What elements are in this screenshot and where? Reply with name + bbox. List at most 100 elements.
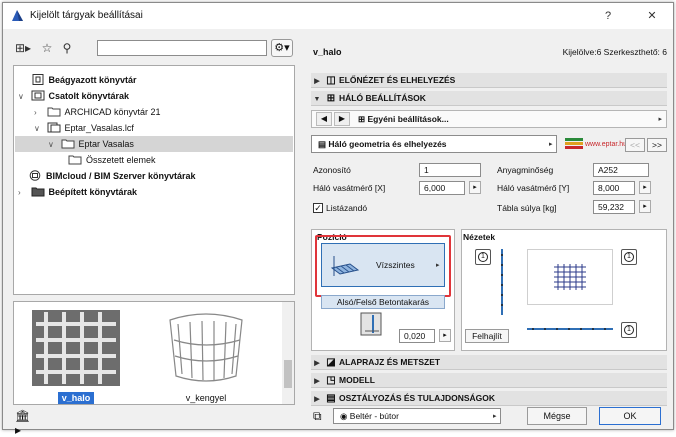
tree-item-label: Beágyazott könyvtár — [48, 75, 137, 85]
expand-arrow-icon: ▶ — [314, 78, 320, 85]
v-halo-thumbnail[interactable] — [32, 310, 120, 386]
tree-item-eptar-lcf[interactable]: ∨ Eptar_Vasalas.lcf — [34, 120, 134, 136]
bimcloud-icon — [29, 170, 41, 181]
library-panel: ⊞▸ ☆ ⚲ ⚙▾ Beágyazott könyvtár ∨ Csatolt … — [13, 37, 295, 437]
page-dropdown-label: Háló geometria és elhelyezés — [328, 139, 447, 149]
tree-item-embedded-library[interactable]: Beágyazott könyvtár — [18, 72, 137, 88]
view-marker-bottom-right[interactable]: 1 — [621, 322, 637, 338]
view-marker-label: 1 — [624, 252, 634, 262]
tree-item-eptar-vasalas[interactable]: ∨ Eptar Vasalas — [15, 136, 293, 152]
layer-cover-button[interactable]: Alsó/Felső Betontakarás — [321, 295, 445, 309]
listazando-checkbox[interactable]: ✓ — [313, 203, 323, 213]
custom-settings-dropdown[interactable]: ⊞ Egyéni beállítások... — [358, 114, 449, 125]
concrete-cover-icon — [360, 312, 382, 336]
listazando-label: Listázandó — [326, 203, 368, 213]
library-toolbar: ⊞▸ ☆ ⚲ ⚙▾ — [13, 37, 295, 59]
thumb-label-v-kengyel[interactable]: v_kengyel — [182, 392, 230, 404]
next-arrow-icon[interactable]: ▶ — [334, 112, 350, 126]
layer-stack-icon: ⧉ — [313, 409, 322, 423]
tree-item-label: Összetett elemek — [86, 155, 156, 165]
model-section-icon: ◳ — [326, 375, 336, 386]
pozicio-highlight — [315, 235, 451, 297]
tree-item-label: Eptar_Vasalas.lcf — [64, 123, 134, 133]
layer-dropdown-label: Beltér - bútor — [349, 411, 399, 421]
tabla-field[interactable]: 59,232 — [593, 200, 635, 214]
favorites-star-icon[interactable]: ☆ — [39, 40, 55, 56]
section-label: ELŐNÉZET ÉS ELHELYEZÉS — [339, 75, 456, 85]
view-marker-top-right[interactable]: 1 — [621, 249, 637, 265]
expand-arrow-icon: ▶ — [314, 396, 320, 403]
close-button[interactable]: ✕ — [641, 7, 663, 25]
tree-item-label: BIMcloud / BIM Szerver könyvtárak — [46, 171, 196, 181]
prev-page-button[interactable]: << — [625, 138, 645, 152]
folder-icon — [47, 107, 61, 117]
section-halo-settings[interactable]: ▼ ⊞ HÁLÓ BEÁLLÍTÁSOK — [311, 91, 667, 106]
gear-icon[interactable]: ⚙▾ — [271, 39, 293, 57]
section-modell[interactable]: ▶ ◳ MODELL — [311, 373, 667, 388]
section-preview-placement[interactable]: ▶ ◫ ELŐNÉZET ÉS ELHELYEZÉS — [311, 73, 667, 88]
view-marker-label: 1 — [478, 252, 488, 262]
azonosito-field[interactable]: 1 — [419, 163, 481, 177]
azonosito-label: Azonosító — [313, 165, 351, 175]
halo-y-field[interactable]: 8,000 — [593, 181, 635, 195]
expand-arrow-icon: ▶ — [314, 378, 320, 385]
preview-scrollbar[interactable] — [282, 302, 294, 404]
felhajlit-button[interactable]: Felhajlít — [465, 329, 509, 343]
folder-icon — [68, 155, 82, 165]
scrollbar-thumb[interactable] — [284, 360, 292, 388]
custom-settings-bar: ◀ ▶ ⊞ Egyéni beállítások... ▸ — [311, 110, 667, 128]
section-label: HÁLÓ BEÁLLÍTÁSOK — [339, 93, 426, 103]
folder-open-icon — [61, 139, 75, 149]
v-kengyel-thumbnail[interactable] — [162, 310, 250, 386]
nezetek-title: Nézetek — [463, 232, 496, 242]
view-marker-top-left[interactable]: 1 — [475, 249, 491, 265]
window-title: Kijelölt tárgyak beállításai — [30, 10, 143, 21]
tree-item-builtin-libraries[interactable]: › Beépített könyvtárak — [18, 184, 137, 200]
help-button[interactable]: ? — [597, 7, 619, 25]
tree-item-osszetett-elemek[interactable]: Összetett elemek — [68, 152, 156, 168]
section-label: ALAPRAJZ ÉS METSZET — [339, 357, 441, 367]
tabla-stepper-icon[interactable]: ▸ — [639, 200, 651, 213]
cancel-button[interactable]: Mégse — [527, 407, 587, 425]
library-search-input[interactable] — [97, 40, 267, 56]
section-osztalyozas[interactable]: ▶ ▤ OSZTÁLYOZÁS ÉS TULAJDONSÁGOK — [311, 391, 667, 406]
cover-stepper-icon[interactable]: ▸ — [439, 329, 451, 342]
prev-arrow-icon[interactable]: ◀ — [316, 112, 332, 126]
ok-button[interactable]: OK — [599, 407, 661, 425]
thumb-label-v-halo[interactable]: v_halo — [58, 392, 94, 404]
tree-item-label: Beépített könyvtárak — [48, 187, 138, 197]
layer-dropdown[interactable]: ◉ Beltér - bútor — [333, 408, 501, 424]
side-section-icon — [501, 249, 503, 315]
tree-item-archicad-library[interactable]: › ARCHICAD könyvtár 21 — [34, 104, 161, 120]
halo-y-label: Háló vasátmérő [Y] — [497, 183, 570, 193]
mesh-grid-icon — [554, 264, 586, 290]
tree-item-label: ARCHICAD könyvtár 21 — [64, 107, 161, 117]
section-alaprajz[interactable]: ▶ ◪ ALAPRAJZ ÉS METSZET — [311, 355, 667, 370]
expand-arrow-icon: ▶ — [314, 360, 320, 367]
page-dropdown[interactable]: ▤ Háló geometria és elhelyezés — [311, 135, 557, 153]
custom-settings-label: Egyéni beállítások... — [367, 114, 449, 124]
tabla-label: Tábla súlya [kg] — [497, 203, 557, 213]
layer-dropdown-arrow-icon: ▸ — [493, 413, 497, 420]
tree-item-bimcloud[interactable]: BIMcloud / BIM Szerver könyvtárak — [28, 168, 196, 184]
cover-field[interactable]: 0,020 — [399, 329, 435, 343]
halo-x-stepper-icon[interactable]: ▸ — [469, 181, 481, 194]
halo-y-stepper-icon[interactable]: ▸ — [639, 181, 651, 194]
tree-item-label: Eptar Vasalas — [78, 139, 134, 149]
anyag-field[interactable]: A252 — [593, 163, 649, 177]
tree-item-label: Csatolt könyvtárak — [48, 91, 130, 101]
settings-dialog: Kijelölt tárgyak beállításai ? ✕ ⊞▸ ☆ ⚲ … — [2, 2, 674, 437]
classification-section-icon: ▤ — [326, 393, 336, 404]
section-label: MODELL — [339, 375, 375, 385]
next-page-button[interactable]: >> — [647, 138, 667, 152]
library-tree-icon[interactable]: ⊞▸ — [15, 40, 31, 56]
library-manager-icon[interactable]: 🏛▸ — [15, 409, 33, 437]
tree-item-linked-libraries[interactable]: ∨ Csatolt könyvtárak — [18, 88, 129, 104]
brand-label: www.eptar.hu — [585, 141, 628, 148]
settings-panel: v_halo Kijelölve:6 Szerkeszthető: 6 ▶ ◫ EL… — [303, 37, 669, 425]
section-label: OSZTÁLYOZÁS ÉS TULAJDONSÁGOK — [339, 393, 496, 403]
eye-icon: ◉ — [340, 411, 350, 421]
object-name: v_halo — [313, 47, 342, 57]
halo-x-field[interactable]: 6,000 — [419, 181, 465, 195]
search-icon[interactable]: ⚲ — [59, 40, 75, 56]
